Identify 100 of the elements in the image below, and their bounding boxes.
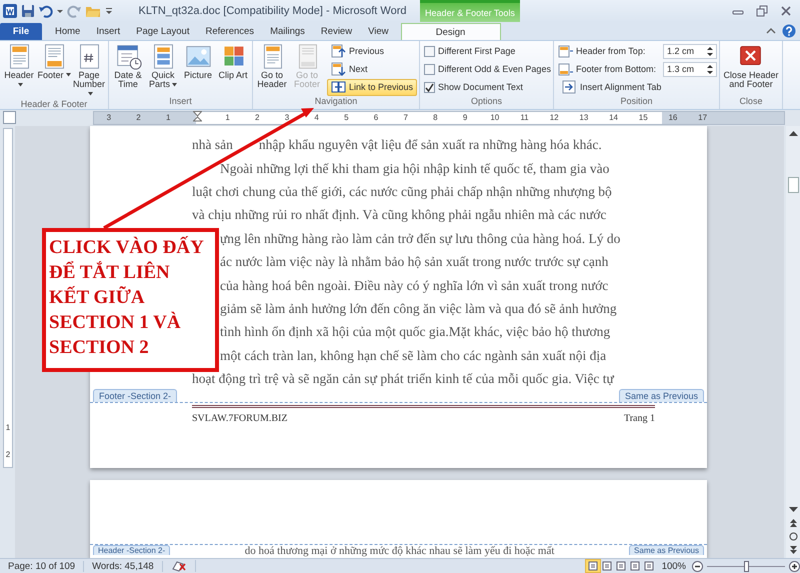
view-button[interactable] — [600, 560, 614, 572]
header-section-tag: Header -Section 2- — [92, 545, 170, 556]
collapse-ribbon-icon[interactable] — [766, 26, 776, 36]
group-label: Options — [470, 96, 504, 108]
checkbox-label: Show Document Text — [438, 82, 523, 92]
ribbon-button[interactable]: Picture — [181, 42, 215, 96]
ribbon-button[interactable]: Header — [2, 42, 36, 100]
checkbox[interactable] — [424, 46, 436, 57]
text-line: hoạt động trì trệ và sẽ ngăn cản sự phát triển kinh tế của mỗi quốc gia. Việc tự — [192, 370, 616, 388]
ribbon-tab[interactable]: Mailings — [262, 22, 313, 40]
print-layout-icon — [588, 561, 598, 572]
ruler-number: 1 — [6, 423, 10, 432]
ribbon-button[interactable]: Insert Alignment Tab — [558, 78, 717, 96]
spin-field[interactable]: 1.3 cm — [662, 62, 717, 77]
view-button[interactable] — [586, 560, 600, 572]
footer-text: SVLAW.7FORUM.BIZ — [192, 412, 288, 424]
ruler-number: 3 — [284, 113, 290, 122]
field-label: Footer from Bottom: — [576, 64, 657, 74]
tab-selector[interactable] — [3, 111, 16, 124]
restore-icon[interactable] — [756, 5, 768, 17]
context-tab-group-label: Header & Footer Tools — [420, 0, 520, 22]
close-icon[interactable] — [780, 5, 792, 17]
alignment-tab-icon — [562, 80, 577, 94]
ribbon-button[interactable]: Quick Parts — [146, 42, 180, 96]
text-line: và chịu những rủi ro nhất định. Và cũng không phải ngẫu nhiên mà các nước — [192, 206, 608, 224]
ribbon-tab[interactable]: File — [0, 22, 42, 40]
ruler-number: 7 — [402, 113, 409, 122]
page-number-text: Trang 1 — [624, 412, 655, 424]
outline-icon — [630, 561, 640, 572]
ribbon-tab[interactable]: View — [360, 22, 396, 40]
checkbox-label: Different Odd & Even Pages — [438, 64, 551, 74]
group-label: Position — [619, 96, 654, 108]
save-icon[interactable] — [21, 4, 35, 18]
ribbon-button[interactable]: Close Header and Footer — [722, 42, 780, 96]
view-button[interactable] — [614, 560, 628, 572]
ruler-number: 13 — [578, 113, 590, 122]
footer-section-tag: Footer -Section 2- — [92, 388, 178, 402]
web-layout-icon — [616, 561, 626, 572]
checkbox-label: Different First Page — [438, 46, 516, 56]
ribbon-tab[interactable]: Home — [47, 22, 88, 40]
ribbon-button[interactable]: Footer — [37, 42, 71, 100]
view-button[interactable] — [642, 560, 656, 572]
ribbon-button[interactable]: Link to Previous — [327, 78, 418, 96]
link-status-tag: Same as Previous — [629, 545, 704, 556]
proofing-error-icon[interactable] — [170, 560, 187, 572]
ribbon-button[interactable]: Go to Header — [255, 42, 289, 96]
previous-section-icon — [331, 44, 346, 58]
text-line: một cách tràn lan, không hạn chế sẽ làm cho các ngành sản xuất nội địa — [218, 346, 608, 365]
calendar-icon — [114, 42, 142, 70]
scroll-up-icon[interactable] — [788, 129, 798, 138]
zoom-level[interactable]: 100% — [656, 560, 692, 572]
ribbon-tab[interactable]: Page Layout — [128, 22, 198, 40]
word-count[interactable]: Words: 45,148 — [84, 560, 163, 572]
scroll-down-icon[interactable] — [788, 506, 798, 514]
previous-page-icon[interactable] — [788, 518, 798, 528]
link-status-tag: Same as Previous — [618, 388, 704, 402]
ruler-number: 2 — [6, 450, 10, 460]
ruler-number: 12 — [548, 113, 560, 122]
ribbon-tab[interactable]: Review — [312, 22, 360, 40]
ruler-number: 2 — [135, 113, 142, 122]
spin-field[interactable]: 1.2 cm — [662, 44, 717, 59]
text-line: luật chơi chung của thế giới, các nước cũng phải chấp nhận những nhượng bộ — [192, 183, 613, 202]
zoom-slider-thumb[interactable] — [744, 560, 749, 572]
zoom-in-icon[interactable] — [789, 560, 800, 572]
word-logo-icon[interactable] — [3, 4, 17, 18]
group-label: Insert — [168, 96, 193, 108]
ruler-number: 11 — [519, 113, 530, 122]
draft-icon — [644, 561, 654, 572]
undo-icon[interactable] — [39, 4, 53, 18]
group-label: Header & Footer — [20, 99, 88, 110]
browse-object-icon[interactable] — [788, 532, 798, 542]
ruler-number: 17 — [697, 113, 708, 122]
checkbox[interactable] — [424, 64, 436, 75]
window-title: KLTN_qt32a.doc [Compatibility Mode] - Microsoft Word — [138, 5, 408, 17]
view-button[interactable] — [628, 560, 642, 572]
vertical-scrollbar[interactable] — [786, 126, 800, 558]
spin-arrows-icon — [706, 64, 713, 75]
ruler-number: 9 — [462, 113, 468, 122]
linked-pages-icon — [331, 80, 346, 94]
scroll-thumb[interactable] — [788, 177, 798, 194]
ruler-number: 5 — [343, 113, 350, 122]
ribbon-button[interactable]: Next — [327, 60, 418, 78]
indent-marker-icon[interactable] — [193, 111, 202, 124]
ribbon-button[interactable]: Clip Art — [216, 42, 250, 96]
checkbox[interactable] — [424, 82, 436, 93]
ribbon-button[interactable]: Previous — [327, 42, 418, 60]
ribbon-tab[interactable]: Insert — [88, 22, 128, 40]
ruler-number: 10 — [489, 113, 500, 122]
ribbon-button[interactable]: Page Number — [72, 42, 106, 100]
ruler-number: 14 — [608, 113, 619, 122]
text-line: nhà sản — [192, 136, 233, 154]
ribbon-tab[interactable]: References — [197, 22, 262, 40]
text-line: Ngoài những lợi thế khi tham gia hội nhập kinh tế quốc tế, tham gia vào — [218, 160, 610, 178]
help-icon[interactable] — [782, 24, 796, 38]
horizontal-ruler[interactable]: 3 2 1 1 2 3 4 5 6 7 8 9 10 11 12 13 14 15 16 17 — [93, 110, 785, 125]
zoom-out-icon[interactable] — [692, 560, 703, 572]
ribbon-tab[interactable]: Design — [400, 22, 500, 40]
ribbon-button[interactable]: Date & Time — [111, 42, 145, 96]
page-count[interactable]: Page: 10 of 109 — [0, 560, 84, 572]
next-page-icon[interactable] — [788, 545, 798, 556]
